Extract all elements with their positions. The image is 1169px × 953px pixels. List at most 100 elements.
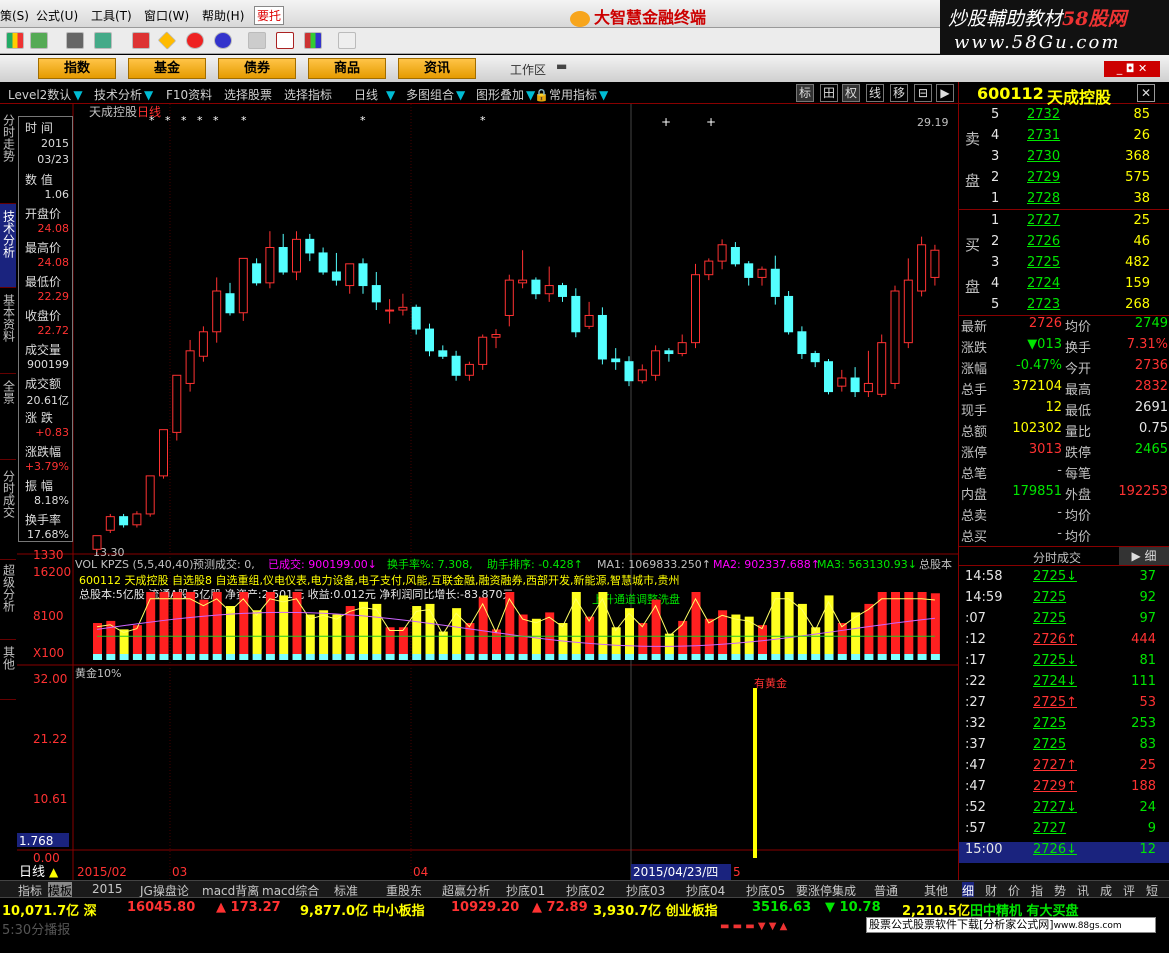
select-stock-button[interactable]: 选择股票 (224, 86, 272, 103)
calendar-icon[interactable] (276, 32, 294, 49)
menu-item-yaotuo[interactable]: 要托 (254, 6, 285, 25)
level-volume: 46 (1133, 234, 1150, 249)
label-toggle[interactable]: 标 (796, 84, 814, 102)
stat-value: 2749 (1134, 316, 1168, 331)
menu-item-help[interactable]: 帮助(H) (202, 7, 244, 24)
volume-bar (199, 599, 209, 654)
candle-body (198, 331, 208, 357)
info-value: 22.29 (37, 290, 70, 303)
stat-value: -0.47% (1016, 358, 1062, 373)
tab-technical[interactable]: 技术分析 (0, 204, 16, 288)
document-icon[interactable] (248, 32, 266, 49)
period-arrow-icon[interactable]: ▲ (49, 865, 59, 879)
quote-stat-row: 现手 12 最低 2691 (959, 400, 1169, 421)
stock-concepts-annotation: 600112 天成控股 自选股8 自选重组,仪电仪表,电力设备,电子支付,风能,… (79, 573, 679, 587)
close-icon[interactable]: ✕ (1137, 84, 1155, 102)
stat-value: 192253 (1118, 484, 1168, 499)
menu-item-window[interactable]: 窗口(W) (144, 7, 189, 24)
grid-icon[interactable] (6, 32, 24, 49)
candle-body (544, 285, 554, 295)
volume-bar-base (917, 654, 927, 660)
ticks-detail-button[interactable]: ▶ 细 (1119, 547, 1169, 565)
move-toggle[interactable]: 移 (890, 84, 908, 102)
indicator-tab[interactable]: 2015 (92, 882, 123, 896)
tick-volume: 24 (1139, 800, 1156, 815)
volume-bar-base (930, 654, 940, 660)
nav-button-index[interactable]: 指数 (38, 58, 116, 79)
workspace-label[interactable]: 工作区 (510, 61, 546, 78)
menu-item-tools[interactable]: 工具(T) (91, 7, 132, 24)
candle-body (597, 314, 607, 360)
volume-bar (691, 592, 701, 654)
broadcast-label[interactable]: 5:30分播报 (2, 919, 70, 938)
tab-tick-trades[interactable]: 分时成交 (0, 460, 16, 560)
nav-button-bond[interactable]: 债券 (218, 58, 296, 79)
menu-item-formula[interactable]: 公式(U) (36, 7, 78, 24)
tab-panorama[interactable]: 全景 (0, 374, 16, 460)
level2-dropdown[interactable]: Level2数认 ▼ (8, 86, 83, 103)
period-dropdown[interactable]: 日线 ▼ (354, 86, 395, 103)
chart-icon[interactable] (30, 32, 48, 49)
tick-time: :17 (965, 653, 986, 668)
nav-button-news[interactable]: 资讯 (398, 58, 476, 79)
tick-time: :47 (965, 779, 986, 794)
scroll-arrows[interactable]: ▬ ▬ ▬ ▼ ▼ ▲ (720, 921, 787, 932)
quote-stat-row: 涨跌 ▼013 换手 7.31% (959, 337, 1169, 358)
volume-bar (385, 627, 395, 654)
info-label: 涨跌幅 (25, 445, 62, 459)
order-book-row[interactable]: 5 2732 85 (959, 107, 1169, 128)
common-indicators-dropdown[interactable]: 🔒常用指标 ▼ (534, 86, 608, 103)
order-book-row[interactable]: 3 2730 368 (959, 149, 1169, 170)
level2-label: Level2数认 (8, 88, 72, 102)
panel-toggle-icon[interactable]: ▶ (936, 84, 954, 102)
menu-item-strategy[interactable]: 策(S) (0, 7, 29, 24)
nav-button-fund[interactable]: 基金 (128, 58, 206, 79)
grid-toggle[interactable]: 田 (820, 84, 838, 102)
order-book-row[interactable]: 2 2726 46 (959, 234, 1169, 255)
alert-icon[interactable] (132, 32, 150, 49)
pointer-help-icon[interactable] (338, 32, 356, 49)
fullscreen-icon[interactable]: ⊟ (914, 84, 932, 102)
diamond-icon[interactable] (157, 31, 177, 50)
rights-toggle[interactable]: 权 (842, 84, 860, 102)
order-book-row[interactable]: 4 2724 159 (959, 276, 1169, 297)
line-toggle[interactable]: 线 (866, 84, 884, 102)
order-book-row[interactable]: 4 2731 26 (959, 128, 1169, 149)
nav-button-commodity[interactable]: 商品 (308, 58, 386, 79)
order-book-row[interactable]: 1 2728 38 (959, 191, 1169, 212)
tag-red-icon[interactable] (186, 32, 204, 49)
info-label: 收盘价 (25, 309, 62, 323)
lock-icon: 🔒 (534, 88, 549, 102)
level-price: 2728 (1027, 191, 1061, 206)
tab-label: 超级分析 (1, 564, 16, 612)
ad-banner[interactable]: 股票公式股票软件下载[分析家公式网]www.88gs.com (866, 917, 1156, 933)
multi-chart-dropdown[interactable]: 多图组合 ▼ (406, 86, 465, 103)
stat-label: 总卖 (961, 509, 988, 524)
refresh-icon[interactable] (94, 32, 112, 49)
order-book-row[interactable]: 2 2729 575 (959, 170, 1169, 191)
order-book-row[interactable]: 3 2725 482 (959, 255, 1169, 276)
tab-other[interactable]: 其他 (0, 640, 16, 700)
overlay-dropdown[interactable]: 图形叠加 ▼ (476, 86, 535, 103)
left-tab-strip: 分时走势 技术分析 基本资料 全景 分时成交 超级分析 其他 (0, 104, 17, 880)
stat-value: 12 (1045, 400, 1062, 415)
f10-button[interactable]: F10资料 (166, 86, 212, 103)
vol-ma3: MA3: 563130.93↓ (817, 558, 917, 571)
volume-bar (359, 601, 368, 654)
tick-row: :17 2725↓ 81 (959, 653, 1169, 674)
tab-intraday[interactable]: 分时走势 (0, 108, 16, 204)
binoculars-icon[interactable] (66, 32, 84, 49)
chart-area[interactable]: 天成控股 日线 13.30 29.19 1330 * * * * * * * *… (17, 104, 958, 880)
books-icon[interactable] (304, 32, 322, 49)
tab-fundamentals[interactable]: 基本资料 (0, 288, 16, 374)
select-indicator-button[interactable]: 选择指标 (284, 86, 332, 103)
window-controls[interactable]: _ ◘ ✕ (1104, 61, 1160, 77)
tab-super-analysis[interactable]: 超级分析 (0, 560, 16, 640)
vol-axis-unit: X100 (33, 646, 64, 660)
period-button[interactable]: 日线 (19, 865, 45, 880)
tag-blue-icon[interactable] (214, 32, 232, 49)
order-book-row[interactable]: 5 2723 268 (959, 297, 1169, 318)
order-book-row[interactable]: 1 2727 25 (959, 213, 1169, 234)
workspace-dropdown-icon[interactable]: ▬ (556, 59, 567, 73)
tech-analysis-dropdown[interactable]: 技术分析 ▼ (94, 86, 153, 103)
